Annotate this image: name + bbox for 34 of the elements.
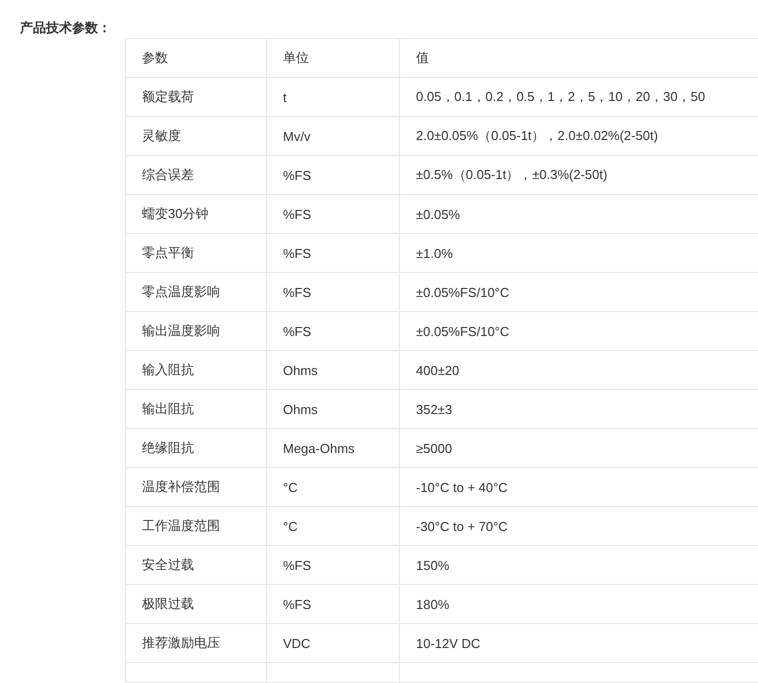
table-cell: 综合误差: [126, 156, 266, 194]
table-cell: Ohms: [266, 390, 400, 428]
table-cell: 蠕变30分钟: [126, 194, 266, 234]
table-cell: %FS: [266, 584, 400, 624]
table-cell: t: [266, 78, 400, 116]
table-cell: %FS: [266, 272, 400, 312]
table-cell: VDC: [266, 624, 400, 662]
table-cell: 推荐激励电压: [126, 624, 266, 662]
table-cell: °C: [266, 468, 400, 506]
table-cell: %FS: [266, 194, 400, 234]
table-cell: 输出温度影响: [126, 312, 266, 350]
table-cell: Mv/v: [266, 116, 400, 156]
table-cell: 温度补偿范围: [126, 468, 266, 506]
table-cell: Ohms: [266, 350, 400, 390]
table-cell: %FS: [266, 156, 400, 194]
table-cell: 输出阻抗: [126, 390, 266, 428]
table-cell: 额定载荷: [126, 78, 266, 116]
section-heading: 产品技术参数：: [20, 19, 112, 37]
column-header: 单位: [266, 38, 400, 78]
table-cell: 灵敏度: [126, 116, 266, 156]
column-header: 值: [400, 38, 758, 78]
column-header: 参数: [126, 38, 266, 78]
table-cell: %FS: [266, 234, 400, 272]
table-cell: 安全过载: [126, 546, 266, 584]
table-cell: 零点温度影响: [126, 272, 266, 312]
table-cell: %FS: [266, 312, 400, 350]
table-cell: 输入阻抗: [126, 350, 266, 390]
table-cell: 绝缘阻抗: [126, 428, 266, 468]
table-cell: °C: [266, 506, 400, 546]
table-cell: %FS: [266, 546, 400, 584]
table-cell: 零点平衡: [126, 234, 266, 272]
table-cell: 极限过载: [126, 584, 266, 624]
table-cell: Mega-Ohms: [266, 428, 400, 468]
table-cell: 工作温度范围: [126, 506, 266, 546]
